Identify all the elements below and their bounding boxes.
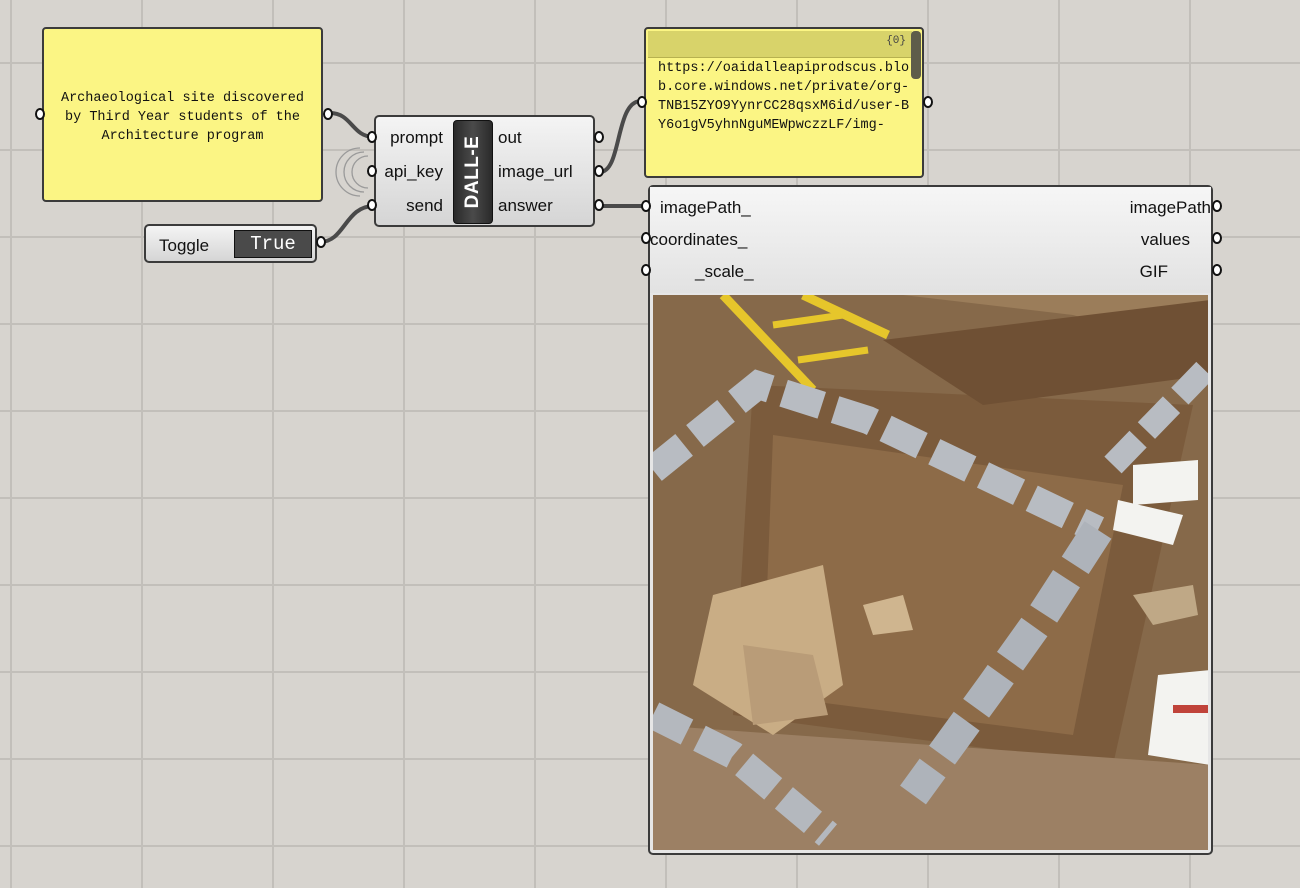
input-api-key[interactable]: api_key (384, 162, 443, 182)
dalle-prompt-grip[interactable] (367, 131, 377, 143)
viewer-image-path-output-grip[interactable] (1212, 200, 1222, 212)
output-image-path[interactable]: imagePath (1130, 198, 1211, 218)
toggle-label: Toggle (159, 236, 210, 255)
wire-image-url (599, 99, 642, 174)
prompt-panel[interactable]: Archaeological site discovered by Third … (42, 27, 323, 202)
url-panel-header: {0} (648, 31, 912, 58)
output-out[interactable]: out (498, 128, 522, 148)
dalle-send-grip[interactable] (367, 199, 377, 211)
dalle-name-tag[interactable]: DALL-E (453, 120, 493, 224)
output-answer[interactable]: answer (498, 196, 553, 216)
dalle-api-key-grip[interactable] (367, 165, 377, 177)
viewer-image-path-input-grip[interactable] (641, 200, 651, 212)
dalle-name: DALL-E (462, 135, 483, 209)
wireless-icon (335, 147, 369, 197)
prompt-panel-input-grip[interactable] (35, 108, 45, 120)
generated-image (653, 295, 1208, 850)
url-text: https://oaidalleapiprodscus.blob.core.wi… (658, 61, 910, 133)
output-gif[interactable]: GIF (1140, 262, 1168, 282)
excavation-image (653, 295, 1208, 850)
viewer-coordinates-input-grip[interactable] (641, 232, 651, 244)
input-coordinates[interactable]: coordinates_ (650, 230, 747, 250)
toggle-output-grip[interactable] (316, 236, 326, 248)
viewer-scale-input-grip[interactable] (641, 264, 651, 276)
wire-toggle (319, 204, 375, 244)
prompt-panel-output-grip[interactable] (323, 108, 333, 120)
output-image-url[interactable]: image_url (498, 162, 573, 182)
input-send[interactable]: send (406, 196, 443, 216)
input-scale[interactable]: _scale_ (695, 262, 754, 282)
dalle-answer-grip[interactable] (594, 199, 604, 211)
dalle-image-url-grip[interactable] (594, 165, 604, 177)
url-panel-output-grip[interactable] (923, 96, 933, 108)
input-prompt[interactable]: prompt (390, 128, 443, 148)
toggle-component[interactable]: Toggle True (144, 224, 317, 263)
input-image-path[interactable]: imagePath_ (660, 198, 751, 218)
output-values[interactable]: values (1141, 230, 1190, 250)
toggle-value[interactable]: True (234, 230, 312, 258)
prompt-text: Archaeological site discovered by Third … (60, 91, 305, 144)
dalle-out-grip[interactable] (594, 131, 604, 143)
viewer-gif-output-grip[interactable] (1212, 264, 1222, 276)
url-panel-scrollbar[interactable] (911, 31, 921, 79)
image-viewer-component[interactable]: imagePath_ coordinates_ _scale_ imagePat… (648, 185, 1213, 855)
url-panel-index: {0} (886, 35, 906, 47)
dalle-component[interactable]: prompt api_key send DALL-E out image_url… (374, 115, 595, 227)
url-panel-input-grip[interactable] (637, 96, 647, 108)
viewer-values-output-grip[interactable] (1212, 232, 1222, 244)
url-panel[interactable]: {0} https://oaidalleapiprodscus.blob.cor… (644, 27, 924, 178)
